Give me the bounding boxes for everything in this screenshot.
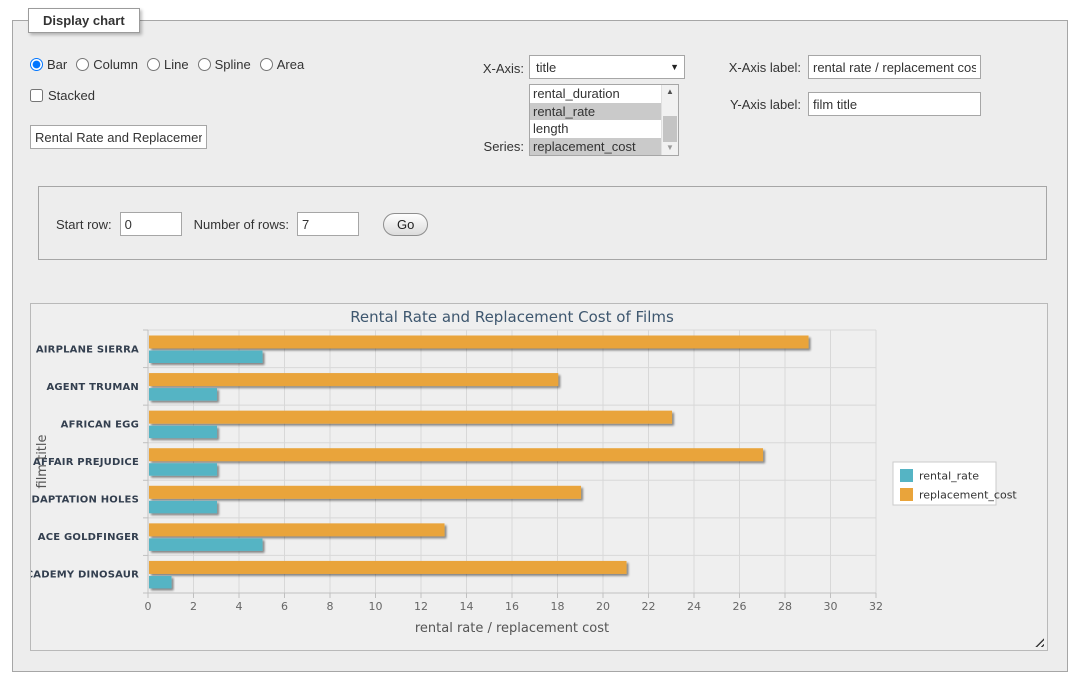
chart-type-radio-group: Bar Column Line Spline Area (30, 57, 304, 72)
bar-rental_rate[interactable] (149, 426, 217, 439)
x-tick-label: 28 (778, 600, 792, 613)
x-axis-label-input[interactable] (808, 55, 981, 79)
series-listbox[interactable]: rental_durationrental_ratelengthreplacem… (529, 84, 679, 156)
number-of-rows-input[interactable] (297, 212, 359, 236)
category-label: AFRICAN EGG (61, 419, 139, 430)
chart-type-radio-column[interactable] (76, 58, 89, 71)
y-axis-label-label: Y-Axis label: (704, 97, 801, 112)
x-tick-label: 32 (869, 600, 883, 613)
x-tick-label: 14 (460, 600, 474, 613)
x-tick-label: 16 (505, 600, 519, 613)
series-option[interactable]: replacement_cost (530, 138, 661, 156)
chart-title-input[interactable] (30, 125, 207, 149)
series-option[interactable]: rental_duration (530, 85, 661, 103)
x-axis-select-label: X-Axis: (452, 61, 524, 76)
bar-replacement_cost[interactable] (149, 523, 445, 536)
legend-swatch-replacement_cost[interactable] (900, 488, 913, 501)
x-tick-label: 0 (145, 600, 152, 613)
chart-container: 02468101214161820222426283032AIRPLANE SI… (30, 303, 1048, 651)
chart-type-radio-area[interactable] (260, 58, 273, 71)
scroll-down-icon[interactable]: ▼ (662, 141, 678, 155)
radio-item-bar: Bar (30, 57, 67, 72)
bar-rental_rate[interactable] (149, 501, 217, 514)
category-label: ACADEMY DINOSAUR (31, 570, 139, 581)
y-axis-label-input[interactable] (808, 92, 981, 116)
chart-type-label: Column (93, 57, 138, 72)
chart-type-radio-spline[interactable] (198, 58, 211, 71)
x-axis-select[interactable]: title ▼ (529, 55, 685, 79)
stacked-checkbox[interactable] (30, 89, 43, 102)
bar-replacement_cost[interactable] (149, 411, 672, 424)
x-axis-select-value: title (536, 60, 556, 75)
chart-type-radio-line[interactable] (147, 58, 160, 71)
x-tick-label: 26 (733, 600, 747, 613)
x-tick-label: 30 (824, 600, 838, 613)
bar-replacement_cost[interactable] (149, 561, 627, 574)
radio-item-line: Line (147, 57, 189, 72)
bar-replacement_cost[interactable] (149, 336, 809, 349)
category-label: AIRPLANE SIERRA (36, 344, 139, 355)
x-tick-label: 8 (327, 600, 334, 613)
start-row-label: Start row: (56, 217, 112, 232)
bar-replacement_cost[interactable] (149, 373, 558, 386)
bar-rental_rate[interactable] (149, 351, 263, 364)
stacked-label: Stacked (48, 88, 95, 103)
radio-item-column: Column (76, 57, 138, 72)
chart-type-radio-bar[interactable] (30, 58, 43, 71)
row-range-panel: Start row: Number of rows: Go (38, 186, 1047, 260)
series-listbox-label: Series: (452, 139, 524, 154)
row-range-controls: Start row: Number of rows: Go (56, 212, 428, 236)
app-window: Display chart Bar Column Line Spline Are… (0, 0, 1081, 681)
x-axis-label-label: X-Axis label: (704, 60, 801, 75)
bar-rental_rate[interactable] (149, 538, 263, 551)
x-tick-label: 18 (551, 600, 565, 613)
chart-type-label: Area (277, 57, 304, 72)
chart-type-label: Line (164, 57, 189, 72)
series-option[interactable]: rental_rate (530, 103, 661, 121)
scroll-up-icon[interactable]: ▲ (662, 85, 678, 99)
x-axis-title: rental rate / replacement cost (415, 621, 609, 636)
bar-chart: 02468101214161820222426283032AIRPLANE SI… (31, 304, 1047, 650)
start-row-input[interactable] (120, 212, 182, 236)
x-tick-label: 24 (687, 600, 701, 613)
x-tick-label: 20 (596, 600, 610, 613)
radio-item-spline: Spline (198, 57, 251, 72)
legend-label-replacement_cost[interactable]: replacement_cost (919, 489, 1017, 502)
legend-label-rental_rate[interactable]: rental_rate (919, 470, 979, 483)
series-option[interactable]: length (530, 120, 661, 138)
panel-title: Display chart (28, 8, 140, 33)
bar-rental_rate[interactable] (149, 388, 217, 401)
x-tick-label: 22 (642, 600, 656, 613)
chevron-down-icon: ▼ (670, 62, 679, 72)
go-button[interactable]: Go (383, 213, 428, 236)
x-tick-label: 6 (281, 600, 288, 613)
stacked-checkbox-row: Stacked (30, 88, 95, 103)
bar-rental_rate[interactable] (149, 576, 172, 589)
x-tick-label: 10 (369, 600, 383, 613)
x-tick-label: 4 (236, 600, 243, 613)
chart-type-label: Spline (215, 57, 251, 72)
radio-item-area: Area (260, 57, 304, 72)
category-label: AGENT TRUMAN (46, 382, 139, 393)
bar-rental_rate[interactable] (149, 463, 217, 476)
x-tick-label: 2 (190, 600, 197, 613)
number-of-rows-label: Number of rows: (194, 217, 289, 232)
bar-replacement_cost[interactable] (149, 486, 581, 499)
chart-title: Rental Rate and Replacement Cost of Film… (350, 308, 674, 326)
legend-swatch-rental_rate[interactable] (900, 469, 913, 482)
scrollbar-thumb[interactable] (663, 116, 677, 142)
category-label: ADAPTATION HOLES (31, 495, 139, 506)
series-listbox-items: rental_durationrental_ratelengthreplacem… (530, 85, 661, 155)
chart-type-label: Bar (47, 57, 67, 72)
bar-replacement_cost[interactable] (149, 448, 763, 461)
category-label: ACE GOLDFINGER (38, 532, 139, 543)
x-tick-label: 12 (414, 600, 428, 613)
series-listbox-scrollbar[interactable]: ▲ ▼ (661, 85, 678, 155)
y-axis-title: film title (35, 434, 50, 488)
